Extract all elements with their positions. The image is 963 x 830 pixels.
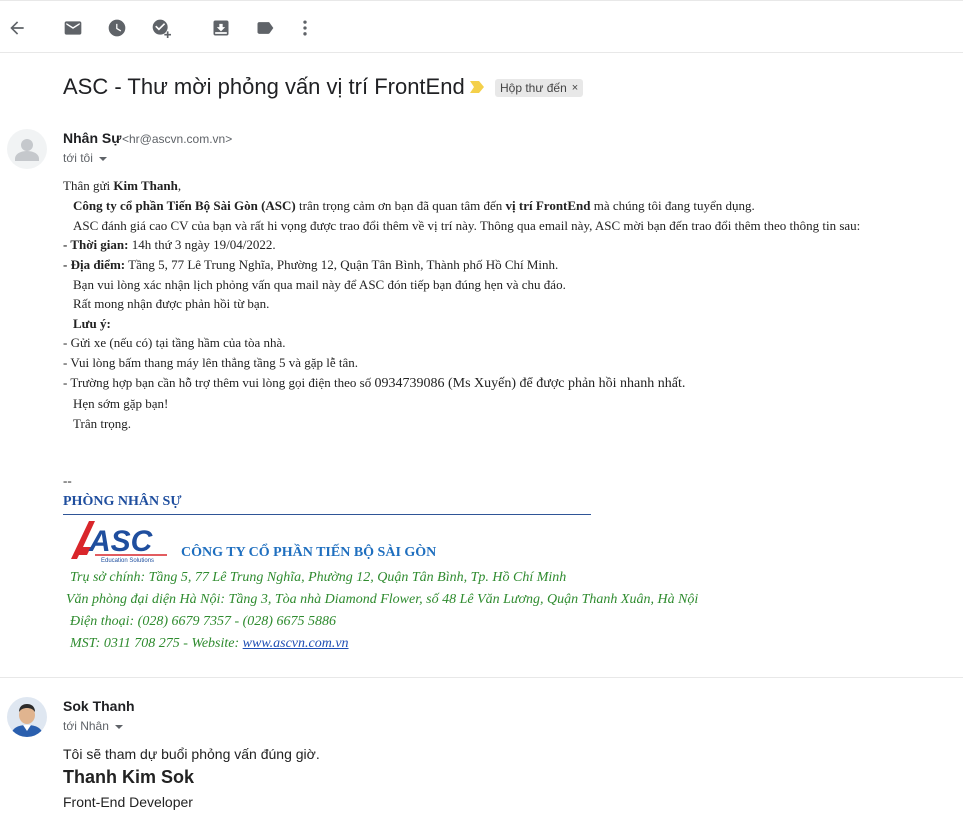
- person-icon: [15, 139, 39, 161]
- recipient-line[interactable]: tới tôi: [63, 151, 107, 165]
- add-task-icon[interactable]: [150, 17, 172, 39]
- reply-recipient-line[interactable]: tới Nhân: [63, 719, 123, 733]
- company-name: CÔNG TY CỔ PHẦN TIẾN BỘ SÀI GÒN: [181, 545, 437, 560]
- regards-line: Trân trọng.: [73, 416, 132, 431]
- signature-separator: --: [63, 473, 72, 488]
- chevron-down-icon[interactable]: [114, 725, 123, 729]
- intro-mid: trân trọng cảm ơn bạn đã quan tâm đến: [295, 198, 506, 213]
- greeting-line: Thân gửi Kim Thanh,: [63, 178, 181, 194]
- note-item: - Trường hợp bạn cần hỗ trợ thêm vui lòn…: [63, 375, 685, 392]
- place-line: - Địa điểm: Tầng 5, 77 Lê Trung Nghĩa, P…: [63, 257, 558, 273]
- note-label-text: Lưu ý:: [73, 316, 111, 331]
- svg-text:ASC: ASC: [88, 525, 154, 558]
- snooze-icon[interactable]: [106, 17, 128, 39]
- svg-text:Education Solutions: Education Solutions: [101, 558, 154, 564]
- reply-signature-name: Thanh Kim Sok: [63, 767, 195, 787]
- more-vert-icon[interactable]: [294, 17, 316, 39]
- mst-website-line: MST: 0311 708 275 - Website: www.ascvn.c…: [70, 636, 349, 652]
- asc-logo: ASC Education Solutions: [71, 521, 167, 564]
- recipient-name: Kim Thanh: [113, 178, 178, 193]
- inbox-label-text: Hộp thư đến: [500, 81, 567, 95]
- company-name-bold: Công ty cổ phần Tiến Bộ Sài Gòn (ASC): [73, 198, 296, 213]
- confirm-line: Bạn vui lòng xác nhận lịch phỏng vấn qua…: [73, 277, 566, 292]
- reply-sender-name[interactable]: Sok Thanh: [63, 698, 135, 714]
- hq-address: Trụ sở chính: Tầng 5, 77 Lê Trung Nghĩa,…: [70, 570, 567, 585]
- reply-recipient-text: tới Nhân: [63, 719, 109, 733]
- mark-unread-icon[interactable]: [62, 17, 84, 39]
- sender-email: <hr@ascvn.com.vn>: [122, 132, 233, 146]
- reply-signature-role: Front-End Developer: [63, 794, 193, 810]
- recipient-text: tới tôi: [63, 151, 93, 165]
- sender-avatar[interactable]: [7, 129, 47, 169]
- message-toolbar: [0, 0, 963, 53]
- greeting-prefix: Thân gửi: [63, 178, 114, 193]
- message-separator: [0, 677, 963, 678]
- note-item: - Gửi xe (nếu có) tại tầng hầm của tòa n…: [63, 335, 286, 350]
- see-you-line: Hẹn sớm gặp bạn!: [73, 396, 169, 411]
- importance-marker-icon[interactable]: [469, 80, 485, 94]
- time-line: - Thời gian: 14h thứ 3 ngày 19/04/2022.: [63, 237, 276, 253]
- place-value: Tầng 5, 77 Lê Trung Nghĩa, Phường 12, Qu…: [125, 257, 559, 272]
- sender-name[interactable]: Nhân Sự: [63, 130, 121, 146]
- intro-paragraph: Công ty cổ phần Tiến Bộ Sài Gòn (ASC) tr…: [73, 198, 755, 214]
- sender-avatar-photo[interactable]: [7, 697, 47, 737]
- reply-body: Tôi sẽ tham dự buổi phỏng vấn đúng giờ.: [63, 746, 320, 762]
- hanoi-office: Văn phòng đại diện Hà Nội: Tầng 3, Tòa n…: [66, 592, 699, 607]
- chevron-down-icon[interactable]: [98, 157, 107, 161]
- position-bold: vị trí FrontEnd: [505, 198, 591, 213]
- note-item: - Vui lòng bấm thang máy lên thẳng tầng …: [63, 355, 359, 370]
- back-arrow-icon[interactable]: [6, 17, 28, 39]
- note-label: Lưu ý:: [73, 316, 111, 332]
- user-photo-icon: [7, 697, 47, 737]
- label-icon[interactable]: [254, 17, 276, 39]
- hope-line: Rất mong nhận được phản hồi từ bạn.: [73, 296, 270, 311]
- intro-end: mà chúng tôi đang tuyển dụng.: [590, 198, 755, 213]
- evaluation-paragraph: ASC đánh giá cao CV của bạn và rất hi vọ…: [73, 218, 861, 233]
- department-title: PHÒNG NHÂN SỰ: [63, 494, 182, 509]
- remove-label-icon[interactable]: ×: [572, 82, 578, 94]
- inbox-label-chip[interactable]: Hộp thư đến ×: [495, 79, 584, 97]
- time-value: 14h thứ 3 ngày 19/04/2022.: [128, 237, 276, 252]
- time-label: - Thời gian:: [63, 237, 129, 252]
- phone-line: Điện thoại: (028) 6679 7357 - (028) 6675…: [70, 614, 336, 629]
- note3-text: - Trường hợp bạn cần hỗ trợ thêm vui lòn…: [63, 375, 375, 390]
- website-link[interactable]: www.ascvn.com.vn: [243, 636, 349, 651]
- place-label: - Địa điểm:: [63, 257, 126, 272]
- move-to-icon[interactable]: [210, 17, 232, 39]
- email-subject: ASC - Thư mời phỏng vấn vị trí FrontEnd: [63, 74, 465, 99]
- greeting-suffix: ,: [177, 178, 182, 193]
- note3-phone: 0934739086 (Ms Xuyến) để được phản hồi n…: [374, 376, 686, 391]
- mst-text: MST: 0311 708 275 - Website:: [70, 636, 243, 651]
